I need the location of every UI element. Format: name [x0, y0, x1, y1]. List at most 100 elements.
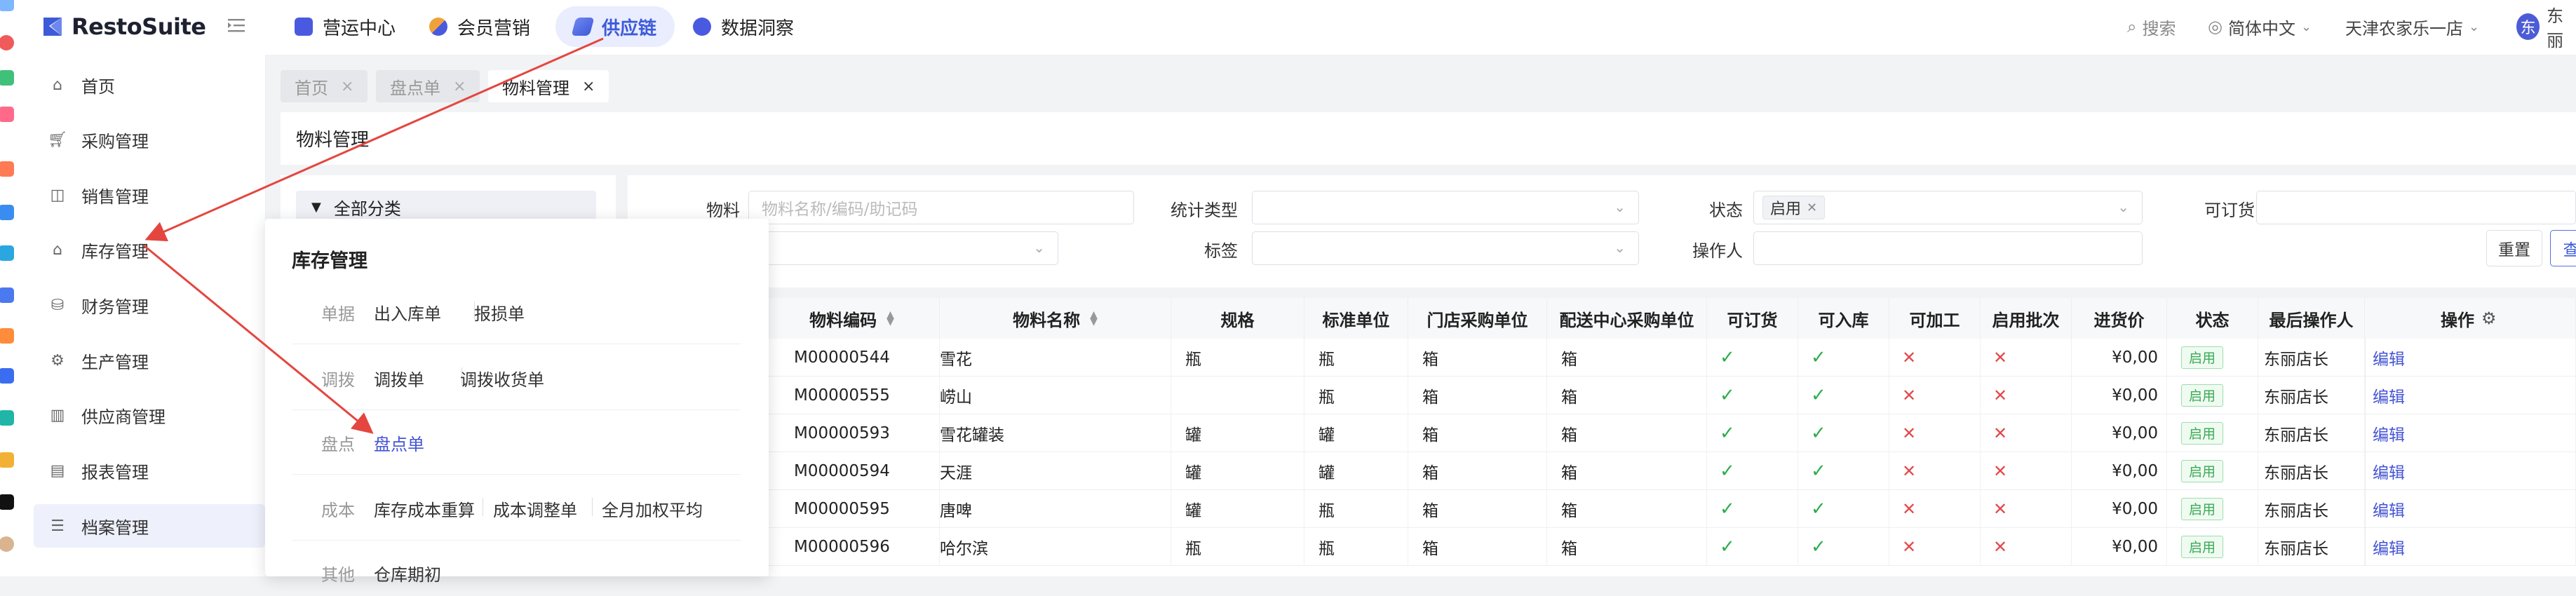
- second-row-select[interactable]: ⌄: [748, 231, 1058, 265]
- app-icon-5[interactable]: [0, 161, 14, 177]
- close-icon[interactable]: ×: [582, 78, 595, 95]
- table-cell-action[interactable]: 编辑: [2365, 414, 2576, 452]
- cell-text: ✓: [1811, 498, 1826, 520]
- tab-member-marketing[interactable]: 会员营销: [411, 6, 548, 47]
- edit-link[interactable]: 编辑: [2373, 421, 2405, 445]
- column-header-label: 可入库: [1818, 310, 1869, 330]
- table-cell-code[interactable]: M00000593: [764, 414, 940, 452]
- status-tag[interactable]: 启用 ✕: [1762, 196, 1826, 219]
- app-icon-6[interactable]: [0, 205, 14, 220]
- app-icon-9[interactable]: [0, 328, 14, 344]
- menu-item-loss-report[interactable]: 报损单: [474, 300, 525, 325]
- sidebar-item-finance[interactable]: ⛁ 财务管理: [34, 283, 265, 327]
- sort-icon[interactable]: ▲ ▼: [886, 310, 894, 327]
- table-cell-action[interactable]: 编辑: [2365, 452, 2576, 490]
- app-icon-3[interactable]: [0, 70, 14, 86]
- app-icon-7[interactable]: [0, 245, 14, 261]
- app-icon-4[interactable]: [0, 107, 14, 122]
- sidebar-item-sales[interactable]: ◫ 销售管理: [34, 173, 265, 217]
- menu-item-cost-recalc[interactable]: 库存成本重算: [374, 496, 475, 521]
- app-icon-2[interactable]: [0, 35, 14, 50]
- sidebar-item-inventory[interactable]: ⌂ 库存管理: [34, 228, 265, 271]
- page-tab-material[interactable]: 物料管理 ×: [488, 70, 609, 102]
- menu-item-cost-adjust[interactable]: 成本调整单: [493, 496, 577, 521]
- reset-button[interactable]: 重置: [2486, 230, 2542, 266]
- edit-link[interactable]: 编辑: [2373, 384, 2405, 407]
- close-icon[interactable]: ×: [453, 78, 466, 95]
- material-code-link[interactable]: M00000595: [794, 500, 890, 518]
- menu-item-inout-order[interactable]: 出入库单: [374, 300, 441, 325]
- table-cell-code[interactable]: M00000595: [764, 490, 940, 528]
- app-icon-12[interactable]: [0, 452, 14, 468]
- edit-link[interactable]: 编辑: [2373, 459, 2405, 483]
- edit-link[interactable]: 编辑: [2373, 346, 2405, 370]
- material-code-link[interactable]: M00000544: [794, 348, 890, 367]
- app-logo[interactable]: RestoSuite: [41, 10, 206, 43]
- table-cell-price: ¥0,00: [2072, 339, 2167, 377]
- menu-item-warehouse-opening[interactable]: 仓库期初: [374, 561, 441, 585]
- edit-link[interactable]: 编辑: [2373, 535, 2405, 559]
- page-tab-home[interactable]: 首页 ×: [281, 70, 368, 102]
- tab-data-insight[interactable]: 数据洞察: [675, 6, 812, 47]
- operator-input[interactable]: [1753, 231, 2143, 265]
- material-code-link[interactable]: M00000596: [794, 538, 890, 556]
- page-tab-label: 盘点单: [390, 78, 440, 98]
- app-icon-8[interactable]: [0, 287, 14, 303]
- app-icon-10[interactable]: [0, 368, 14, 384]
- table-cell-action[interactable]: 编辑: [2365, 528, 2576, 566]
- query-button[interactable]: 查: [2550, 230, 2576, 266]
- menu-item-transfer-order[interactable]: 调拨单: [374, 366, 424, 391]
- page-tab-stocktake[interactable]: 盘点单 ×: [376, 70, 480, 102]
- tag-select[interactable]: ⌄: [1252, 231, 1639, 265]
- sidebar-item-home[interactable]: ⌂ 首页: [34, 63, 265, 107]
- material-search-input[interactable]: 物料名称/编码/助记码: [748, 191, 1134, 224]
- table-cell-status: 启用: [2167, 414, 2258, 452]
- app-icon-14[interactable]: [0, 536, 14, 552]
- settings-icon[interactable]: ⚙: [2481, 309, 2497, 328]
- table-cell-code[interactable]: M00000596: [764, 528, 940, 566]
- table-cell-action[interactable]: 编辑: [2365, 339, 2576, 377]
- sidebar-item-supplier[interactable]: ▥ 供应商管理: [34, 393, 265, 437]
- menu-item-weighted-average[interactable]: 全月加权平均: [602, 496, 703, 521]
- table-cell-action[interactable]: 编辑: [2365, 377, 2576, 414]
- status-select[interactable]: 启用 ✕ ⌄: [1753, 191, 2143, 224]
- material-code-link[interactable]: M00000594: [794, 462, 890, 480]
- language-selector[interactable]: ◎ 简体中文 ⌄: [2208, 13, 2312, 41]
- tab-supply-chain[interactable]: 供应链: [555, 6, 675, 47]
- sidebar-item-report[interactable]: ▤ 报表管理: [34, 449, 265, 492]
- store-selector[interactable]: 天津农家乐一店 ⌄: [2345, 13, 2479, 41]
- tab-operations[interactable]: 营运中心: [276, 6, 414, 47]
- material-code-link[interactable]: M00000555: [794, 386, 890, 405]
- column-header[interactable]: 物料编码 ▲ ▼: [764, 298, 940, 339]
- edit-link[interactable]: 编辑: [2373, 497, 2405, 521]
- app-icon-1[interactable]: [0, 0, 14, 11]
- table-cell-store-unit: 箱: [1408, 377, 1547, 414]
- sidebar-item-purchase[interactable]: 🛒︎ 采购管理: [34, 118, 265, 161]
- collapse-menu-icon[interactable]: [227, 17, 246, 34]
- close-icon[interactable]: ✕: [1807, 201, 1817, 215]
- user-menu[interactable]: 东 东丽: [2516, 6, 2576, 50]
- table-cell-action[interactable]: 编辑: [2365, 490, 2576, 528]
- sort-icon[interactable]: ▲ ▼: [1090, 310, 1098, 327]
- table-cell-store-unit: 箱: [1408, 339, 1547, 377]
- app-icon-13[interactable]: [0, 494, 14, 510]
- sidebar-item-archive[interactable]: ☰ 档案管理: [34, 504, 265, 548]
- sidebar-item-production[interactable]: ⚙ 生产管理: [34, 339, 265, 382]
- stat-type-select[interactable]: ⌄: [1252, 191, 1639, 224]
- column-header[interactable]: 物料名称 ▲ ▼: [940, 298, 1171, 339]
- table-cell-code[interactable]: M00000544: [764, 339, 940, 377]
- table-cell-operator: 东丽店长: [2258, 339, 2365, 377]
- group-label: 调拨: [321, 370, 355, 390]
- global-search[interactable]: ⌕ 搜索: [2127, 13, 2176, 41]
- app-icon-11[interactable]: [0, 410, 14, 426]
- orderable-select[interactable]: [2256, 191, 2576, 224]
- column-header-label: 可加工: [1909, 310, 1960, 330]
- material-code-link[interactable]: M00000593: [794, 424, 890, 442]
- table-cell-code[interactable]: M00000555: [764, 377, 940, 414]
- close-icon[interactable]: ×: [341, 78, 353, 95]
- table-cell-stockable: ✓: [1798, 452, 1889, 490]
- menu-item-stocktake-order[interactable]: 盘点单: [374, 431, 424, 455]
- menu-item-transfer-receipt[interactable]: 调拨收货单: [460, 366, 544, 391]
- table-cell-code[interactable]: M00000594: [764, 452, 940, 490]
- inventory-mega-menu: 库存管理 单据 出入库单 报损单 调拨 调拨单 调拨收货单 盘点 盘点单 成本 …: [265, 219, 769, 585]
